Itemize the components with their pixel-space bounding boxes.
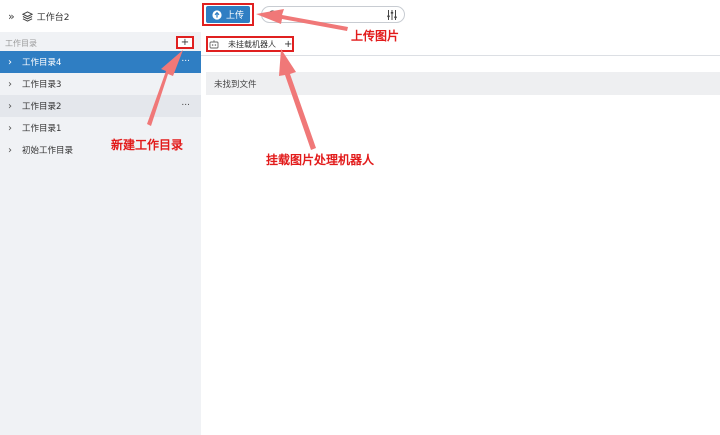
workspace-header[interactable]: » 工作台2 (0, 0, 201, 32)
layers-icon (21, 10, 33, 22)
directory-item-label: 工作目录1 (22, 124, 62, 134)
empty-files-text: 未找到文件 (214, 79, 257, 90)
app-root: » 工作台2 工作目录 + › 工作目录4 ... › 工作目录3 › 工作目录… (0, 0, 720, 435)
add-directory-button[interactable]: + (176, 36, 194, 49)
add-robot-button[interactable]: + (284, 39, 292, 50)
upload-button-label: 上传 (225, 11, 244, 21)
directory-section-label: 工作目录 (5, 38, 37, 48)
directory-item-label: 初始工作目录 (22, 146, 74, 156)
robot-tab-label: 未挂载机器人 (228, 39, 276, 49)
directory-item-label: 工作目录2 (22, 102, 62, 112)
directory-item-label: 工作目录3 (22, 80, 62, 90)
chevron-right-icon[interactable]: › (8, 123, 20, 134)
chevron-right-icon[interactable]: › (8, 79, 20, 90)
directory-item[interactable]: › 工作目录3 (0, 73, 201, 95)
double-chevron-right-icon[interactable]: » (8, 10, 15, 23)
search-input[interactable] (261, 6, 405, 23)
upload-icon (212, 9, 222, 20)
annotation-new-directory: 新建工作目录 (111, 138, 184, 152)
directory-item[interactable]: › 工作目录4 ... (0, 51, 201, 73)
upload-button[interactable]: 上传 (206, 6, 250, 23)
sidebar: » 工作台2 工作目录 + › 工作目录4 ... › 工作目录3 › 工作目录… (0, 0, 201, 435)
annotation-upload: 上传图片 (351, 29, 400, 43)
directory-item[interactable]: › 工作目录2 ... (0, 95, 201, 117)
directory-item-label: 工作目录4 (22, 58, 62, 68)
workspace-title: 工作台2 (36, 12, 70, 23)
robot-icon (209, 40, 219, 49)
more-options-icon[interactable]: ... (181, 98, 190, 108)
empty-files-message: 未找到文件 (206, 72, 720, 95)
filter-sliders-icon[interactable] (386, 9, 398, 21)
more-options-icon[interactable]: ... (181, 54, 190, 64)
arrow-to-robot-tab (279, 49, 316, 150)
search-icon (268, 10, 279, 21)
tab-divider (201, 55, 720, 56)
robot-tab[interactable]: 未挂载机器人 + (209, 38, 292, 50)
chevron-right-icon[interactable]: › (8, 101, 20, 112)
chevron-right-icon[interactable]: › (8, 57, 20, 68)
chevron-right-icon[interactable]: › (8, 145, 20, 156)
annotation-robot: 挂载图片处理机器人 (266, 153, 375, 167)
